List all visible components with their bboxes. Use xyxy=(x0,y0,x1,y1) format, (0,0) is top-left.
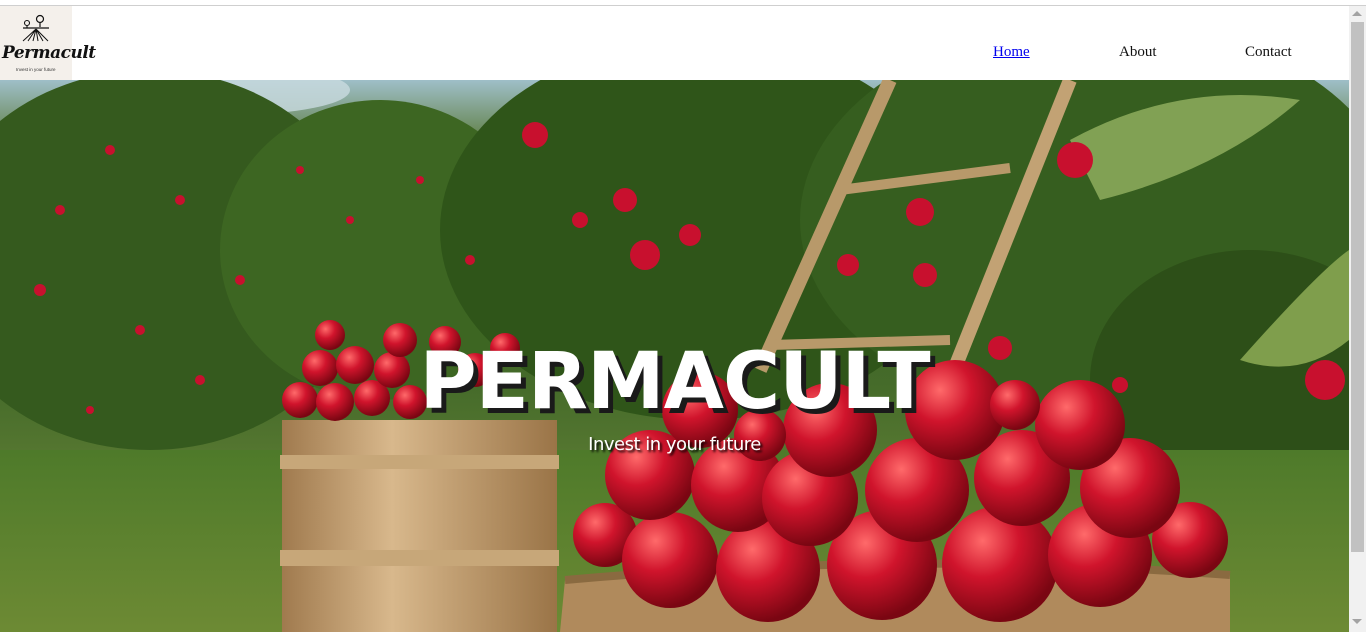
logo-tagline: Invest in your future xyxy=(16,67,56,72)
hero-title: PERMACULT xyxy=(419,337,930,427)
nav-link-home[interactable]: Home xyxy=(993,44,1030,61)
hero-subtitle: Invest in your future xyxy=(588,434,761,455)
site-header: Permacult Invest in your future Home Abo… xyxy=(0,6,1349,80)
nav-link-about[interactable]: About xyxy=(1119,44,1157,61)
vertical-scrollbar[interactable] xyxy=(1349,6,1366,632)
scrollbar-thumb[interactable] xyxy=(1351,22,1364,552)
scroll-up-arrow-icon[interactable] xyxy=(1352,11,1362,16)
logo-wordmark: Permacult xyxy=(2,43,96,63)
nav-link-contact[interactable]: Contact xyxy=(1245,44,1292,61)
site-logo[interactable]: Permacult Invest in your future xyxy=(0,6,96,80)
tree-garden-icon xyxy=(22,14,49,42)
hero-banner: PERMACULT Invest in your future xyxy=(0,80,1349,632)
scroll-down-arrow-icon[interactable] xyxy=(1352,619,1362,624)
